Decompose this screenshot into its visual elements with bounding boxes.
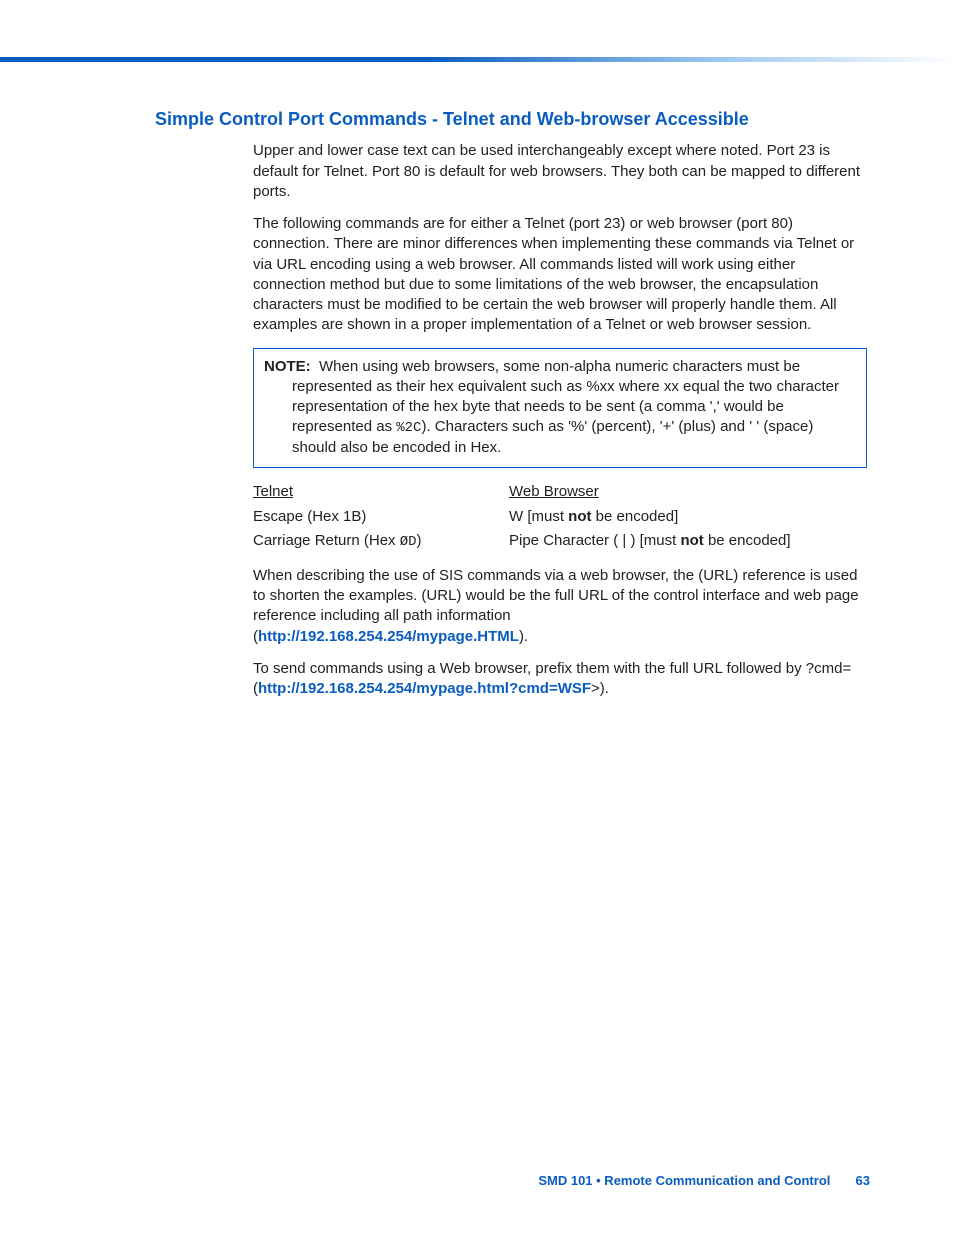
column-telnet: Telnet Escape (Hex 1B) Carriage Return (… [253,482,509,556]
url1-close: ). [519,628,528,645]
web-row-1-bold: not [568,508,591,525]
telnet-row-1: Escape (Hex 1B) [253,507,509,527]
page-content: Simple Control Port Commands - Telnet an… [155,108,867,711]
telnet-row-2b: ) [417,532,422,549]
section-heading: Simple Control Port Commands - Telnet an… [155,108,867,131]
telnet-heading: Telnet [253,482,509,502]
paragraph-1: Upper and lower case text can be used in… [253,141,867,202]
web-row-2-bold: not [680,532,703,549]
url2-link[interactable]: http://192.168.254.254/mypage.html?cmd=W… [258,680,591,697]
url-line-1: (http://192.168.254.254/mypage.HTML). [253,627,867,647]
telnet-row-2a: Carriage Return (Hex [253,532,400,549]
web-row-1: W [must not be encoded] [509,507,865,527]
web-row-2a: Pipe Character ( | ) [must [509,532,680,549]
footer-text: SMD 101 • Remote Communication and Contr… [538,1173,830,1188]
para4-b: >). [591,680,609,697]
web-row-1b: be encoded] [592,508,679,525]
telnet-row-2: Carriage Return (Hex ØD) [253,531,509,552]
web-heading: Web Browser [509,482,865,502]
telnet-row-2-code: ØD [400,534,417,550]
two-column-block: Telnet Escape (Hex 1B) Carriage Return (… [253,482,865,556]
web-row-2: Pipe Character ( | ) [must not be encode… [509,531,865,551]
url1-link[interactable]: http://192.168.254.254/mypage.HTML [258,628,519,645]
column-web: Web Browser W [must not be encoded] Pipe… [509,482,865,556]
body-column: Upper and lower case text can be used in… [253,141,867,699]
web-row-1a: W [must [509,508,568,525]
note-label: NOTE: [264,358,311,375]
footer-page-number: 63 [834,1172,870,1190]
paragraph-4: To send commands using a Web browser, pr… [253,659,867,700]
note-code: %2C [396,420,421,436]
paragraph-2: The following commands are for either a … [253,214,867,336]
page-footer: SMD 101 • Remote Communication and Contr… [0,1172,870,1190]
note-first-line: When using web browsers, some non-alpha … [319,358,800,375]
web-row-2b: be encoded] [704,532,791,549]
paragraph-3: When describing the use of SIS commands … [253,566,867,627]
note-body: represented as their hex equivalent such… [264,377,856,459]
header-rule [0,57,954,62]
note-box: NOTE: When using web browsers, some non-… [253,348,867,468]
